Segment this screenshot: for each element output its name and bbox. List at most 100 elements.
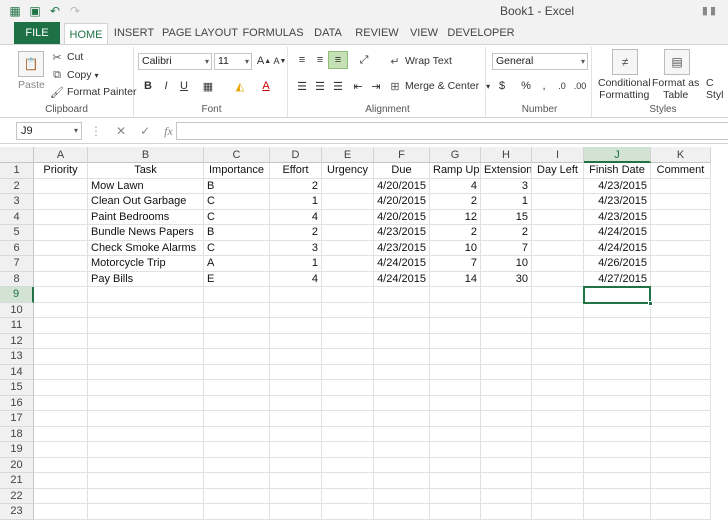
underline-button[interactable]: U: [174, 77, 194, 95]
undo-icon[interactable]: ↶: [48, 4, 62, 18]
cell-f4[interactable]: 4/20/2015: [374, 209, 430, 225]
cell-e21[interactable]: [322, 473, 374, 489]
cell-c8[interactable]: E: [204, 271, 270, 287]
row-header-21[interactable]: 21: [0, 473, 34, 489]
cell-h23[interactable]: [481, 504, 532, 520]
cell-d18[interactable]: [270, 426, 322, 442]
cell-i1[interactable]: Day Left: [532, 163, 584, 179]
cell-d9[interactable]: [270, 287, 322, 303]
cell-j13[interactable]: [584, 349, 651, 365]
cell-c9[interactable]: [204, 287, 270, 303]
comma-button[interactable]: ,: [534, 77, 554, 95]
cell-a2[interactable]: [34, 178, 88, 194]
formula-input[interactable]: [176, 122, 728, 140]
cell-f6[interactable]: 4/23/2015: [374, 240, 430, 256]
cell-b14[interactable]: [88, 364, 204, 380]
row-header-1[interactable]: 1: [0, 163, 34, 179]
cell-a4[interactable]: [34, 209, 88, 225]
cell-g22[interactable]: [430, 488, 481, 504]
tab-page-layout[interactable]: PAGE LAYOUT: [160, 22, 240, 44]
cell-i23[interactable]: [532, 504, 584, 520]
orientation-icon[interactable]: ⤢: [354, 51, 374, 69]
cell-k15[interactable]: [651, 380, 711, 396]
cell-d22[interactable]: [270, 488, 322, 504]
cell-j23[interactable]: [584, 504, 651, 520]
window-controls[interactable]: ▮▮: [702, 4, 718, 17]
cell-c11[interactable]: [204, 318, 270, 334]
row-header-7[interactable]: 7: [0, 256, 34, 272]
cell-a14[interactable]: [34, 364, 88, 380]
cell-g5[interactable]: 2: [430, 225, 481, 241]
cell-d5[interactable]: 2: [270, 225, 322, 241]
cell-i8[interactable]: [532, 271, 584, 287]
cell-c21[interactable]: [204, 473, 270, 489]
font-color-button[interactable]: A: [256, 77, 276, 95]
cell-f5[interactable]: 4/23/2015: [374, 225, 430, 241]
cell-e7[interactable]: [322, 256, 374, 272]
cell-b22[interactable]: [88, 488, 204, 504]
column-header-i[interactable]: I: [532, 147, 584, 163]
cell-k18[interactable]: [651, 426, 711, 442]
cell-g6[interactable]: 10: [430, 240, 481, 256]
cell-e12[interactable]: [322, 333, 374, 349]
cell-i11[interactable]: [532, 318, 584, 334]
cell-f18[interactable]: [374, 426, 430, 442]
cell-k12[interactable]: [651, 333, 711, 349]
cell-g4[interactable]: 12: [430, 209, 481, 225]
row-header-4[interactable]: 4: [0, 209, 34, 225]
cell-h13[interactable]: [481, 349, 532, 365]
font-size-select[interactable]: 11 ▾: [214, 53, 252, 70]
cell-a3[interactable]: [34, 194, 88, 210]
borders-icon[interactable]: ▦: [198, 77, 218, 95]
cell-a5[interactable]: [34, 225, 88, 241]
cell-g18[interactable]: [430, 426, 481, 442]
cell-h5[interactable]: 2: [481, 225, 532, 241]
cell-f13[interactable]: [374, 349, 430, 365]
cell-g10[interactable]: [430, 302, 481, 318]
cell-h2[interactable]: 3: [481, 178, 532, 194]
cell-j6[interactable]: 4/24/2015: [584, 240, 651, 256]
cell-c5[interactable]: B: [204, 225, 270, 241]
cell-j12[interactable]: [584, 333, 651, 349]
cell-b8[interactable]: Pay Bills: [88, 271, 204, 287]
cell-g20[interactable]: [430, 457, 481, 473]
row-header-13[interactable]: 13: [0, 349, 34, 365]
tab-insert[interactable]: INSERT: [110, 22, 158, 44]
cell-i16[interactable]: [532, 395, 584, 411]
cell-e5[interactable]: [322, 225, 374, 241]
row-header-23[interactable]: 23: [0, 504, 34, 520]
cell-g14[interactable]: [430, 364, 481, 380]
save-icon[interactable]: ▣: [28, 4, 42, 18]
cell-i5[interactable]: [532, 225, 584, 241]
cell-b18[interactable]: [88, 426, 204, 442]
cell-a18[interactable]: [34, 426, 88, 442]
row-header-2[interactable]: 2: [0, 178, 34, 194]
cell-h4[interactable]: 15: [481, 209, 532, 225]
cell-g2[interactable]: 4: [430, 178, 481, 194]
conditional-formatting-button[interactable]: Conditional Formatting: [598, 77, 651, 101]
row-header-22[interactable]: 22: [0, 488, 34, 504]
cell-a17[interactable]: [34, 411, 88, 427]
row-header-16[interactable]: 16: [0, 395, 34, 411]
cell-h17[interactable]: [481, 411, 532, 427]
cell-f20[interactable]: [374, 457, 430, 473]
decrease-indent-icon[interactable]: ⇤: [348, 77, 368, 95]
cell-h16[interactable]: [481, 395, 532, 411]
conditional-formatting-icon[interactable]: ≠: [612, 49, 638, 75]
cell-e6[interactable]: [322, 240, 374, 256]
cell-f7[interactable]: 4/24/2015: [374, 256, 430, 272]
cell-e9[interactable]: [322, 287, 374, 303]
row-header-12[interactable]: 12: [0, 333, 34, 349]
cell-e16[interactable]: [322, 395, 374, 411]
cell-k14[interactable]: [651, 364, 711, 380]
cell-i4[interactable]: [532, 209, 584, 225]
cell-e15[interactable]: [322, 380, 374, 396]
cell-j16[interactable]: [584, 395, 651, 411]
cell-c22[interactable]: [204, 488, 270, 504]
cell-i14[interactable]: [532, 364, 584, 380]
cell-b15[interactable]: [88, 380, 204, 396]
cell-g15[interactable]: [430, 380, 481, 396]
cell-c4[interactable]: C: [204, 209, 270, 225]
cell-b23[interactable]: [88, 504, 204, 520]
cell-b12[interactable]: [88, 333, 204, 349]
